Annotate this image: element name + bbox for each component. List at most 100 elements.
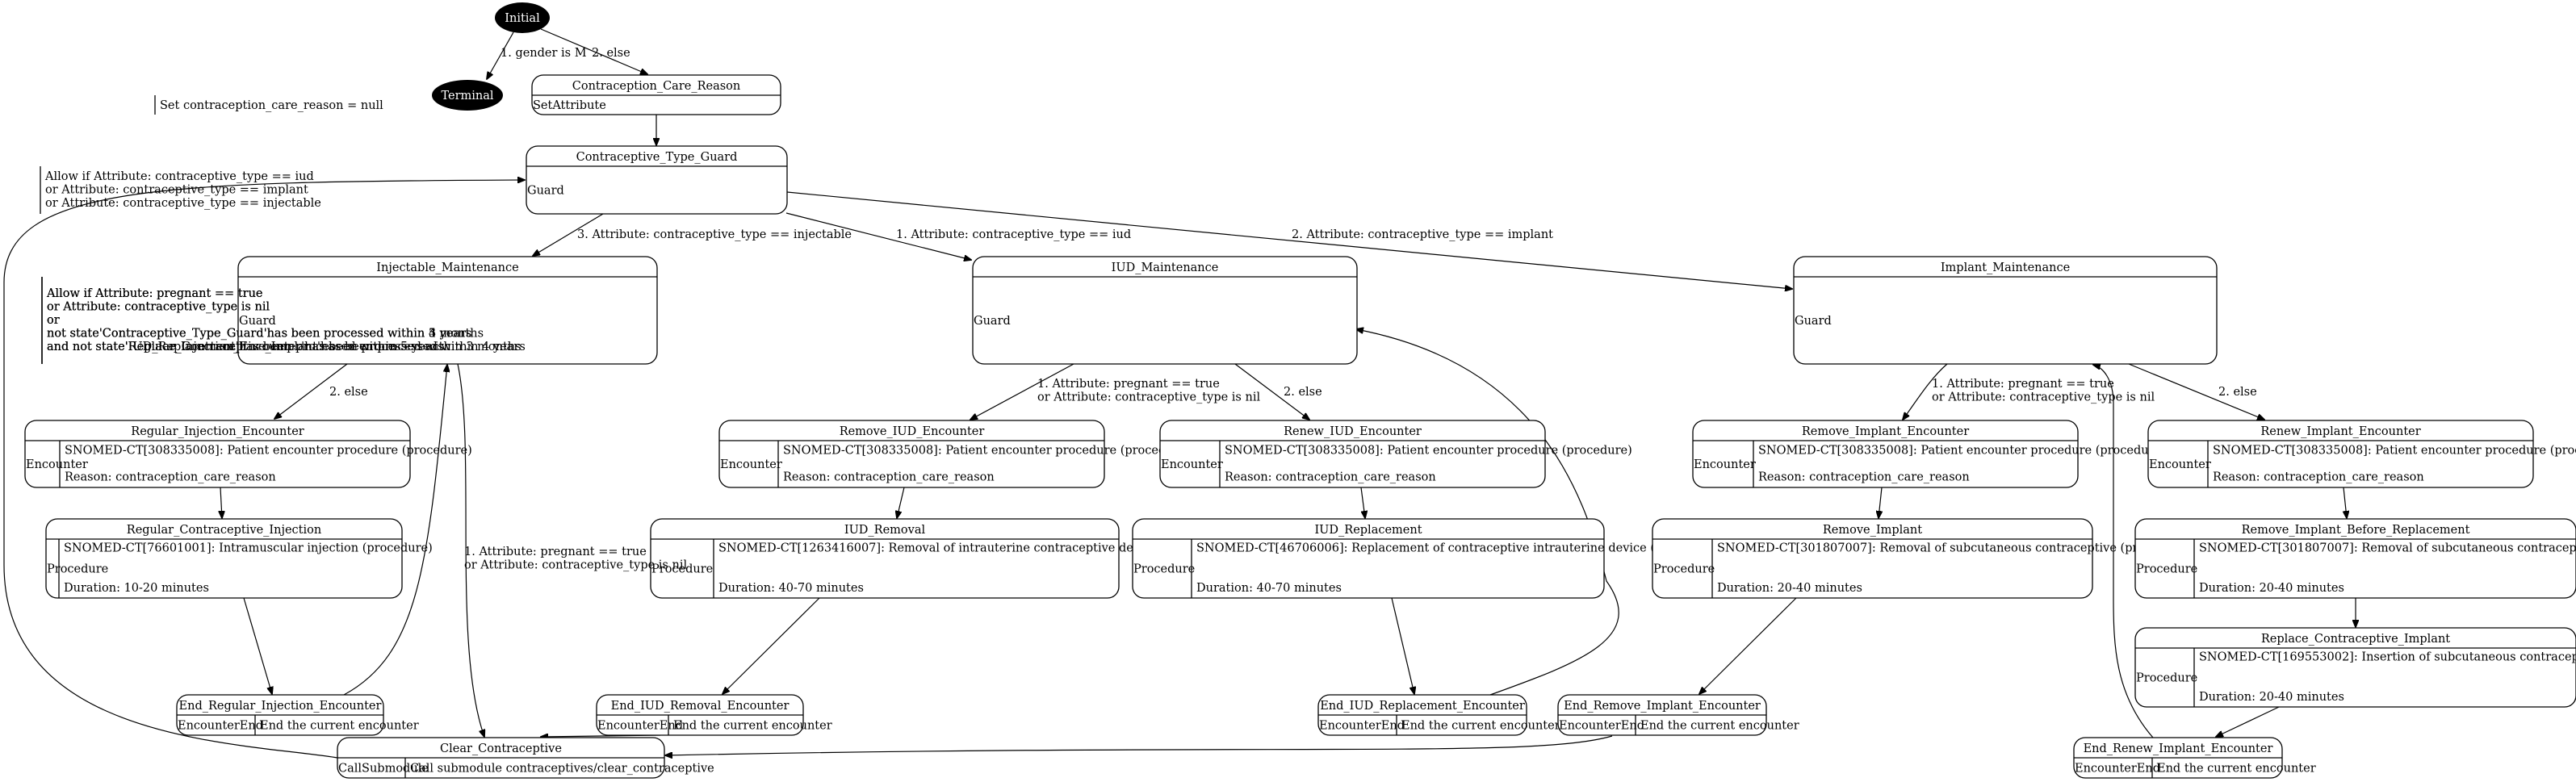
terminal-label: Terminal	[441, 90, 493, 102]
state-end-iud-replacement-encounter[interactable]: End_IUD_Replacement_Encounter EncounterEn…	[1317, 694, 1560, 736]
state-detail-line: End the current encounter	[673, 720, 832, 733]
state-detail-line: or	[47, 314, 60, 327]
state-title: End_IUD_Removal_Encounter	[611, 700, 790, 713]
state-title: Injectable_Maintenance	[376, 261, 518, 274]
state-remove-implant[interactable]: Remove_Implant ProcedureSNOMED-CT[3018070…	[1652, 518, 2191, 599]
state-detail-line: SNOMED-CT[308335008]: Patient encounter …	[2213, 444, 2576, 457]
state-type: Procedure	[47, 563, 108, 576]
state-detail-line: or Attribute: contraceptive_type is nil	[47, 300, 270, 313]
state-iud-replacement[interactable]: IUD_ReplacementProcedureSNOMED-CT[467060…	[1132, 518, 1720, 599]
state-end-renew-implant-encounter[interactable]: End_Renew_Implant_Encounter EncounterEndE…	[2073, 737, 2316, 779]
state-detail-line: SNOMED-CT[308335008]: Patient encounter …	[1758, 444, 2166, 457]
state-detail-line: Call submodule contraceptives/clear_cont…	[410, 763, 714, 776]
state-title: IUD_Maintenance	[1112, 261, 1219, 274]
state-clear-contraceptive[interactable]: Clear_ContraceptiveCallSubmoduleCall sub…	[337, 737, 714, 779]
transition-label: 2. else	[329, 386, 368, 399]
state-regular-injection-encounter[interactable]: Regular_Injection_Encounter EncounterSNOM…	[24, 420, 472, 488]
state-detail-line: End the current encounter	[260, 720, 419, 733]
transition-remove-implant-to-end-remove-implant-encounter[interactable]	[1699, 597, 1797, 694]
state-detail-line: Duration: 40-70 minutes	[1196, 582, 1342, 595]
state-contraceptive-type-guard[interactable]: Contraceptive_Type_Guard Guard Allow if At…	[40, 145, 788, 215]
state-detail-line: Reason: contraception_care_reason	[1225, 470, 1436, 483]
state-remove-implant-encounter[interactable]: Remove_Implant_Encounter EncounterSNOMED-…	[1692, 420, 2166, 488]
state-end-regular-injection-encounter[interactable]: End_Regular_Injection_Encounter Encounter…	[176, 694, 419, 736]
state-type: Encounter	[26, 458, 88, 471]
state-detail-line: Reason: contraception_care_reason	[783, 470, 995, 483]
state-type: EncounterEnd	[178, 720, 263, 733]
state-type: Guard	[239, 315, 276, 328]
transition-iud-replacement-to-end-iud-replacement-encounter[interactable]	[1391, 597, 1414, 694]
state-type: EncounterEnd	[2075, 763, 2160, 776]
state-diagram: Initial Terminal Contraception_Care_Reason…	[3, 2, 2576, 779]
state-type: Guard	[974, 315, 1011, 328]
transition-renew-implant-encounter-to-remove-implant-before-replacement[interactable]	[2344, 487, 2347, 518]
state-detail-line: Set contraception_care_reason = null	[160, 99, 383, 112]
state-end-remove-implant-encounter[interactable]: End_Remove_Implant_Encounter EncounterEnd…	[1557, 694, 1799, 736]
transition-regular-contraceptive-injection-to-end-regular-injection-encounter[interactable]	[243, 597, 272, 694]
transition-renew-iud-encounter-to-iud-replacement[interactable]	[1360, 487, 1365, 518]
state-title: End_Renew_Implant_Encounter	[2084, 742, 2273, 755]
state-title: IUD_Replacement	[1314, 524, 1422, 537]
state-title: Remove_Implant_Before_Replacement	[2242, 524, 2470, 537]
state-detail-line: End the current encounter	[1640, 720, 1799, 733]
state-type: Guard	[1795, 315, 1832, 328]
transition-iud-removal-to-end-iud-removal-encounter[interactable]	[723, 597, 820, 694]
state-detail-line: End the current encounter	[1401, 720, 1560, 733]
state-title: End_Regular_Injection_Encounter	[179, 700, 382, 713]
state-remove-implant-before-replacement[interactable]: Remove_Implant_Before_Replacement Procedu…	[2134, 518, 2576, 599]
state-type: Procedure	[1133, 563, 1195, 576]
state-detail-line: SNOMED-CT[301807007]: Removal of subcuta…	[1717, 542, 2191, 555]
state-title: Regular_Injection_Encounter	[131, 425, 304, 438]
transition-end-remove-implant-encounter-to-clear-contraceptive[interactable]	[665, 735, 1613, 755]
state-detail-line: SNOMED-CT[301807007]: Removal of subcuta…	[2199, 542, 2576, 555]
initial-label: Initial	[505, 12, 540, 25]
state-detail-line: Reason: contraception_care_reason	[65, 470, 276, 483]
transition-replace-contraceptive-implant-to-end-renew-implant-encounter[interactable]	[2216, 706, 2280, 737]
transition-label: 1. Attribute: pregnant == true	[464, 546, 647, 558]
transition-label: 2. else	[592, 47, 630, 60]
transition-label: 1. Attribute: pregnant == true	[1932, 378, 2114, 391]
state-detail-line: SNOMED-CT[46706006]: Replacement of cont…	[1196, 542, 1720, 555]
state-type: SetAttribute	[533, 99, 606, 112]
state-title: Implant_Maintenance	[1941, 261, 2070, 274]
state-detail-line: and not state'Replace_Contraceptive_Impl…	[47, 341, 526, 353]
state-type: Encounter	[1161, 458, 1223, 471]
state-detail-line: SNOMED-CT[76601001]: Intramuscular injec…	[64, 542, 433, 555]
transition-remove-implant-encounter-to-remove-implant[interactable]	[1879, 487, 1882, 518]
state-detail-line: Reason: contraception_care_reason	[1758, 470, 1970, 483]
state-type: Procedure	[2136, 672, 2197, 685]
state-type: Procedure	[2136, 563, 2197, 576]
terminal-node[interactable]: Terminal	[432, 80, 503, 111]
state-type: EncounterEnd	[1319, 720, 1405, 733]
state-type: EncounterEnd	[1559, 720, 1644, 733]
state-type: Procedure	[1653, 563, 1715, 576]
state-title: Remove_Implant	[1823, 524, 1922, 537]
state-regular-contraceptive-injection[interactable]: Regular_Contraceptive_Injection Procedure…	[45, 518, 433, 599]
state-title: Contraceptive_Type_Guard	[576, 151, 738, 164]
state-detail-line: not state'Contraceptive_Type_Guard'has b…	[47, 327, 471, 340]
state-detail-line: End the current encounter	[2157, 763, 2316, 776]
state-renew-implant-encounter[interactable]: Renew_Implant_Encounter EncounterSNOMED-C…	[2147, 420, 2576, 488]
state-type: Encounter	[1694, 458, 1756, 471]
state-detail-line: Duration: 20-40 minutes	[1717, 582, 1862, 595]
transition-end-iud-replacement-encounter-to-iud-maintenance[interactable]	[1356, 329, 1619, 696]
transition-regular-injection-encounter-to-regular-contraceptive-injection[interactable]	[220, 487, 222, 518]
state-end-iud-removal-encounter[interactable]: End_IUD_Removal_Encounter EncounterEndEnd…	[596, 694, 832, 736]
state-detail-line: or Attribute: contraceptive_type == impl…	[45, 183, 308, 196]
transition-label: 1. Attribute: pregnant == true	[1037, 378, 1220, 391]
state-title: End_Remove_Implant_Encounter	[1564, 700, 1761, 713]
state-detail-line: SNOMED-CT[308335008]: Patient encounter …	[783, 444, 1191, 457]
transition-label: 2. else	[1284, 386, 1322, 399]
state-type: EncounterEnd	[597, 720, 683, 733]
transition-label: 2. Attribute: contraceptive_type == impl…	[1292, 228, 1553, 241]
state-renew-iud-encounter[interactable]: Renew_IUD_Encounter EncounterSNOMED-CT[30…	[1159, 420, 1632, 488]
initial-node[interactable]: Initial	[495, 2, 550, 33]
state-detail-line: or Attribute: contraceptive_type == inje…	[45, 197, 321, 210]
state-remove-iud-encounter[interactable]: Remove_IUD_Encounter EncounterSNOMED-CT[3…	[718, 420, 1191, 488]
state-type: Guard	[527, 185, 564, 198]
transition-remove-iud-encounter-to-iud-removal[interactable]	[897, 487, 905, 518]
state-replace-contraceptive-implant[interactable]: Replace_Contraceptive_Implant ProcedureSN…	[2134, 627, 2576, 708]
state-detail-line: Allow if Attribute: contraceptive_type =…	[44, 170, 314, 183]
state-title: Remove_IUD_Encounter	[840, 425, 985, 438]
state-title: Renew_IUD_Encounter	[1284, 425, 1422, 438]
